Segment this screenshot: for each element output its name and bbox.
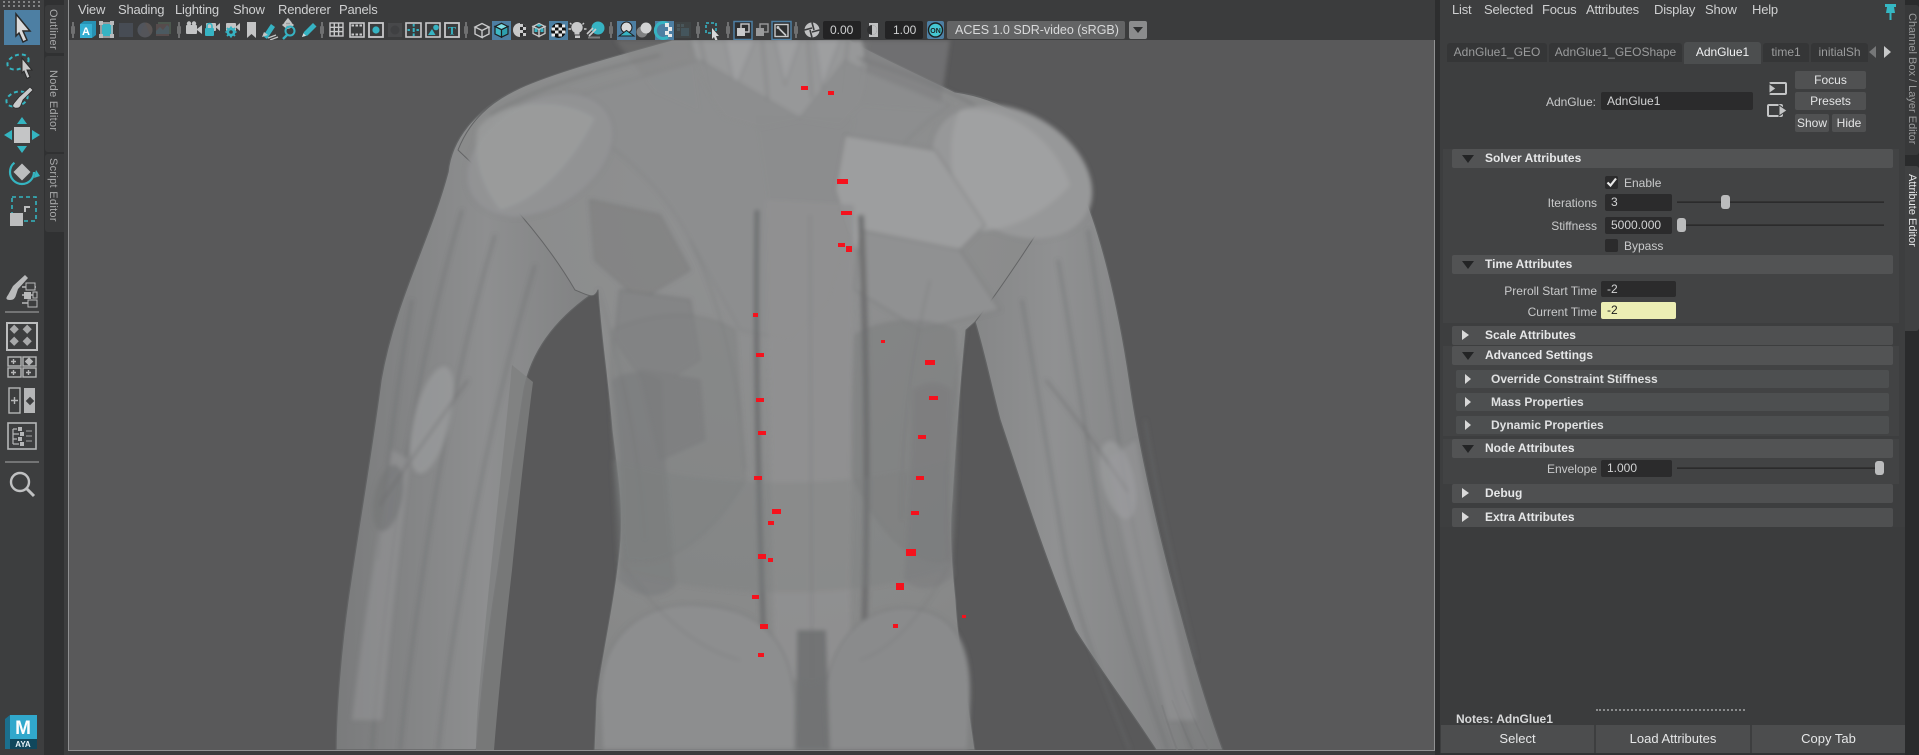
- svg-text:AYA: AYA: [15, 740, 31, 749]
- svg-text:A: A: [82, 26, 90, 38]
- svg-text:ON: ON: [930, 28, 941, 35]
- svg-text:T: T: [448, 24, 456, 38]
- svg-text:M: M: [15, 718, 31, 739]
- svg-text:0.00: 0.00: [830, 23, 854, 37]
- svg-text:ACES 1.0 SDR-video (sRGB): ACES 1.0 SDR-video (sRGB): [955, 23, 1119, 37]
- svg-text:1.00: 1.00: [893, 23, 917, 37]
